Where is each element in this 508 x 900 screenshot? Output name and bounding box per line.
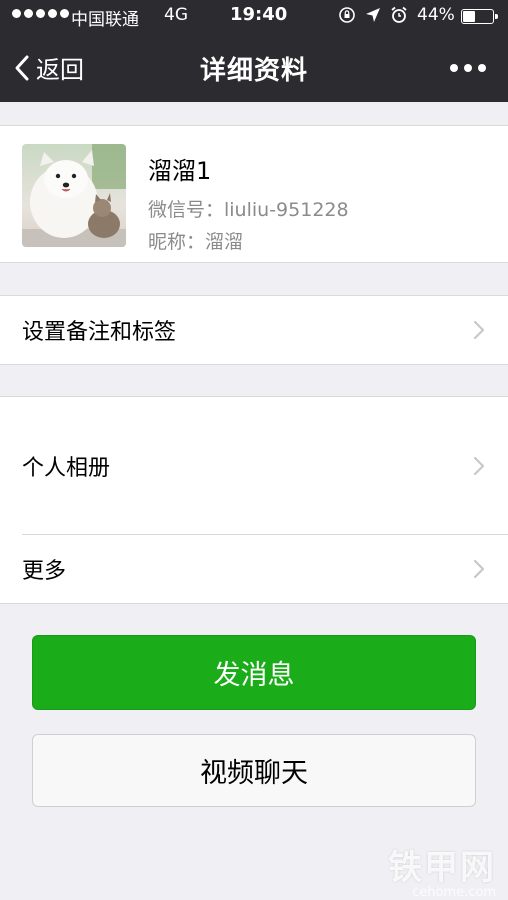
watermark-text: 铁甲网 (388, 848, 496, 888)
divider (22, 534, 508, 535)
more-item[interactable]: 更多 (0, 534, 508, 603)
top-bar: 中国联通 4G 19:40 44% 返回 详细资料 (0, 0, 508, 102)
signal-dots-icon (12, 9, 69, 18)
location-arrow-icon (364, 6, 382, 28)
more-dots-icon[interactable] (450, 64, 486, 72)
remark-tags-label: 设置备注和标签 (22, 320, 177, 345)
page-title: 详细资料 (199, 56, 308, 86)
nickname: 昵称：溜溜 (148, 231, 244, 253)
battery-percent: 44% (417, 5, 455, 25)
chevron-right-icon (473, 559, 485, 578)
chevron-right-icon (473, 456, 485, 475)
send-message-button[interactable]: 发消息 (32, 635, 476, 710)
remark-tags-section: 设置备注和标签 (0, 295, 508, 365)
orientation-lock-icon (338, 6, 356, 28)
avatar[interactable] (22, 144, 126, 247)
alarm-icon (390, 6, 408, 28)
personal-album-item[interactable]: 个人相册 (0, 397, 508, 534)
watermark: 铁甲网 cehome.com (388, 840, 496, 900)
personal-album-label: 个人相册 (22, 455, 111, 481)
video-chat-button[interactable]: 视频聊天 (32, 734, 476, 807)
set-remark-tags-item[interactable]: 设置备注和标签 (0, 296, 508, 364)
contact-name: 溜溜1 (148, 157, 212, 185)
profile-card: 溜溜1 微信号：liuliu-951228 昵称：溜溜 (0, 125, 508, 263)
clock: 19:40 (230, 4, 288, 25)
chevron-right-icon (473, 320, 485, 340)
wechat-id: 微信号：liuliu-951228 (148, 199, 349, 221)
carrier-label: 中国联通 (71, 10, 139, 30)
status-bar: 中国联通 4G 19:40 44% (0, 0, 508, 34)
battery-icon (461, 9, 498, 24)
nav-bar: 返回 详细资料 (0, 34, 508, 102)
more-label: 更多 (22, 558, 67, 584)
network-label: 4G (164, 5, 188, 25)
album-more-section: 个人相册 更多 (0, 396, 508, 604)
